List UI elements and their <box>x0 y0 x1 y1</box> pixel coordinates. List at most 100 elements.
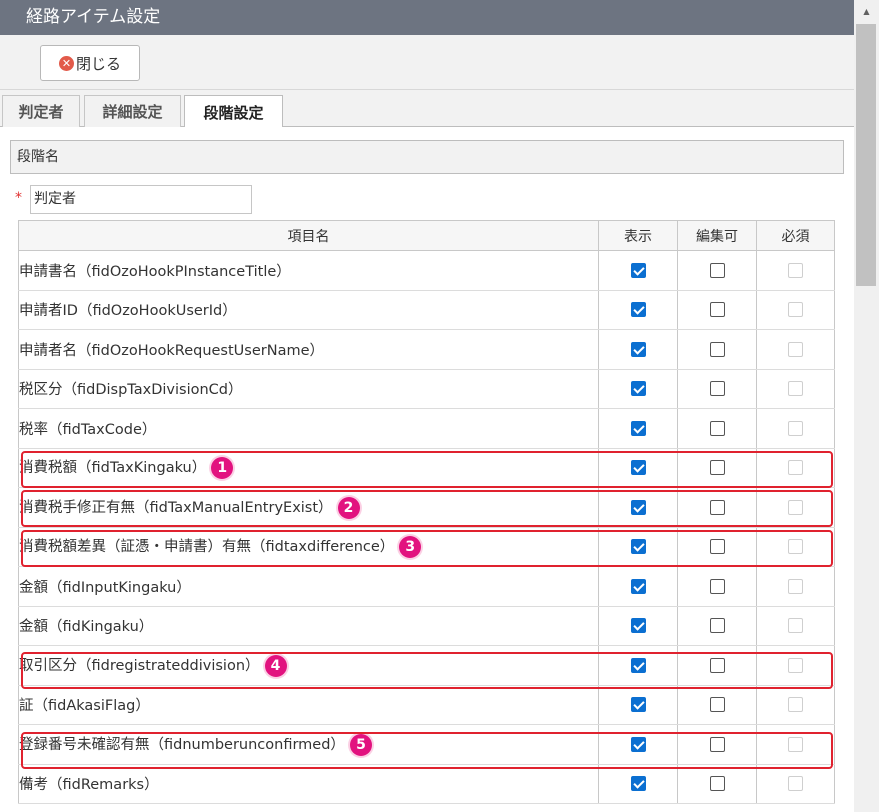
item-name-cell: 申請者名（fidOzoHookRequestUserName） <box>18 329 599 370</box>
item-name: 申請者ID（fidOzoHookUserId） <box>19 303 237 320</box>
editable-checkbox[interactable] <box>709 499 725 515</box>
item-name-cell: 申請書名（fidOzoHookPInstanceTitle） <box>18 250 599 291</box>
editable-cell <box>677 684 757 725</box>
item-name: 申請者名（fidOzoHookRequestUserName） <box>19 342 325 359</box>
tab-judge[interactable]: 判定者 <box>2 95 80 127</box>
required-checkbox <box>788 776 803 792</box>
editable-checkbox[interactable] <box>709 578 725 594</box>
editable-checkbox[interactable] <box>709 420 725 436</box>
display-checkbox[interactable] <box>630 776 646 792</box>
close-icon: ✕ <box>58 55 74 71</box>
item-name-cell: 税率（fidTaxCode） <box>18 408 599 449</box>
required-checkbox <box>788 578 803 594</box>
item-name-cell: 申請者ID（fidOzoHookUserId） <box>18 289 599 330</box>
editable-checkbox[interactable] <box>709 341 725 357</box>
required-checkbox <box>788 460 803 476</box>
editable-checkbox[interactable] <box>709 262 725 278</box>
required-cell <box>756 724 835 765</box>
display-checkbox[interactable] <box>630 460 646 476</box>
table-row: 申請者名（fidOzoHookRequestUserName） <box>18 329 835 370</box>
stage-name-input[interactable]: 判定者 <box>30 185 252 214</box>
display-checkbox[interactable] <box>630 341 646 357</box>
required-cell <box>756 487 835 528</box>
item-name-cell: 金額（fidInputKingaku） <box>18 566 599 607</box>
table-row: 税区分（fidDispTaxDivisionCd） <box>18 368 835 409</box>
display-checkbox[interactable] <box>630 262 646 278</box>
item-name: 税率（fidTaxCode） <box>19 421 157 438</box>
editable-checkbox[interactable] <box>709 618 725 634</box>
display-cell <box>598 329 678 370</box>
stage-settings-panel: 段階名 * 判定者 項目名 表示 編集可 必須 申請書名（fidOzoHookP… <box>0 127 854 812</box>
annotation-number-badge: 3 <box>399 536 422 559</box>
required-cell <box>756 289 835 330</box>
stage-name-section-header: 段階名 <box>10 140 844 174</box>
editable-cell <box>677 724 757 765</box>
editable-checkbox[interactable] <box>709 776 725 792</box>
editable-checkbox[interactable] <box>709 736 725 752</box>
editable-checkbox[interactable] <box>709 302 725 318</box>
display-checkbox[interactable] <box>630 578 646 594</box>
display-checkbox[interactable] <box>630 302 646 318</box>
display-checkbox[interactable] <box>630 420 646 436</box>
required-cell <box>756 566 835 607</box>
display-cell <box>598 724 678 765</box>
table-row: 金額（fidInputKingaku） <box>18 566 835 607</box>
item-name-cell: 登録番号未確認有無（fidnumberunconfirmed） 5 <box>18 724 599 765</box>
column-header-editable: 編集可 <box>677 220 757 251</box>
annotation-number-badge: 5 <box>349 733 372 756</box>
annotation-number-badge: 2 <box>337 496 360 519</box>
editable-checkbox[interactable] <box>709 539 725 555</box>
editable-cell <box>677 645 757 686</box>
scroll-up-arrow-icon[interactable]: ▲ <box>854 0 879 22</box>
item-name: 金額（fidKingaku） <box>19 619 154 636</box>
stage-name-value: 判定者 <box>34 191 76 207</box>
display-checkbox[interactable] <box>630 381 646 397</box>
display-cell <box>598 645 678 686</box>
required-mark: * <box>15 190 22 206</box>
required-checkbox <box>788 736 803 752</box>
editable-cell <box>677 605 757 646</box>
display-cell <box>598 368 678 409</box>
item-name-cell: 税区分（fidDispTaxDivisionCd） <box>18 368 599 409</box>
editable-checkbox[interactable] <box>709 460 725 476</box>
required-cell <box>756 763 835 804</box>
tab-stage-settings[interactable]: 段階設定 <box>184 95 283 128</box>
close-button-label: 閉じる <box>75 54 121 73</box>
item-settings-table: 項目名 表示 編集可 必須 申請書名（fidOzoHookPInstanceTi… <box>18 220 835 804</box>
tab-detail-settings[interactable]: 詳細設定 <box>84 95 181 127</box>
display-checkbox[interactable] <box>630 736 646 752</box>
stage-name-label: 段階名 <box>17 149 59 165</box>
vertical-scrollbar[interactable]: ▲ <box>854 0 879 812</box>
item-name-cell: 消費税額（fidTaxKingaku） 1 <box>18 447 599 488</box>
required-cell <box>756 645 835 686</box>
tab-label: 判定者 <box>18 103 64 121</box>
editable-checkbox[interactable] <box>709 657 725 673</box>
item-name: 申請書名（fidOzoHookPInstanceTitle） <box>19 263 291 280</box>
editable-checkbox[interactable] <box>709 697 725 713</box>
required-cell <box>756 447 835 488</box>
scroll-thumb[interactable] <box>856 24 876 286</box>
editable-cell <box>677 487 757 528</box>
display-cell <box>598 250 678 291</box>
annotation-number-badge: 4 <box>264 654 287 677</box>
required-cell <box>756 684 835 725</box>
editable-checkbox[interactable] <box>709 381 725 397</box>
item-name: 備考（fidRemarks） <box>19 777 159 794</box>
required-cell <box>756 526 835 567</box>
table-row: 税率（fidTaxCode） <box>18 408 835 449</box>
display-checkbox[interactable] <box>630 657 646 673</box>
item-name-cell: 取引区分（fidregistrateddivision） 4 <box>18 645 599 686</box>
display-checkbox[interactable] <box>630 618 646 634</box>
close-button[interactable]: ✕ 閉じる <box>40 45 140 81</box>
required-cell <box>756 605 835 646</box>
required-checkbox <box>788 657 803 673</box>
display-cell <box>598 605 678 646</box>
display-checkbox[interactable] <box>630 697 646 713</box>
display-checkbox[interactable] <box>630 499 646 515</box>
editable-cell <box>677 250 757 291</box>
display-cell <box>598 487 678 528</box>
display-checkbox[interactable] <box>630 539 646 555</box>
toolbar: ✕ 閉じる <box>0 35 854 90</box>
item-name: 税区分（fidDispTaxDivisionCd） <box>19 382 243 399</box>
display-cell <box>598 289 678 330</box>
